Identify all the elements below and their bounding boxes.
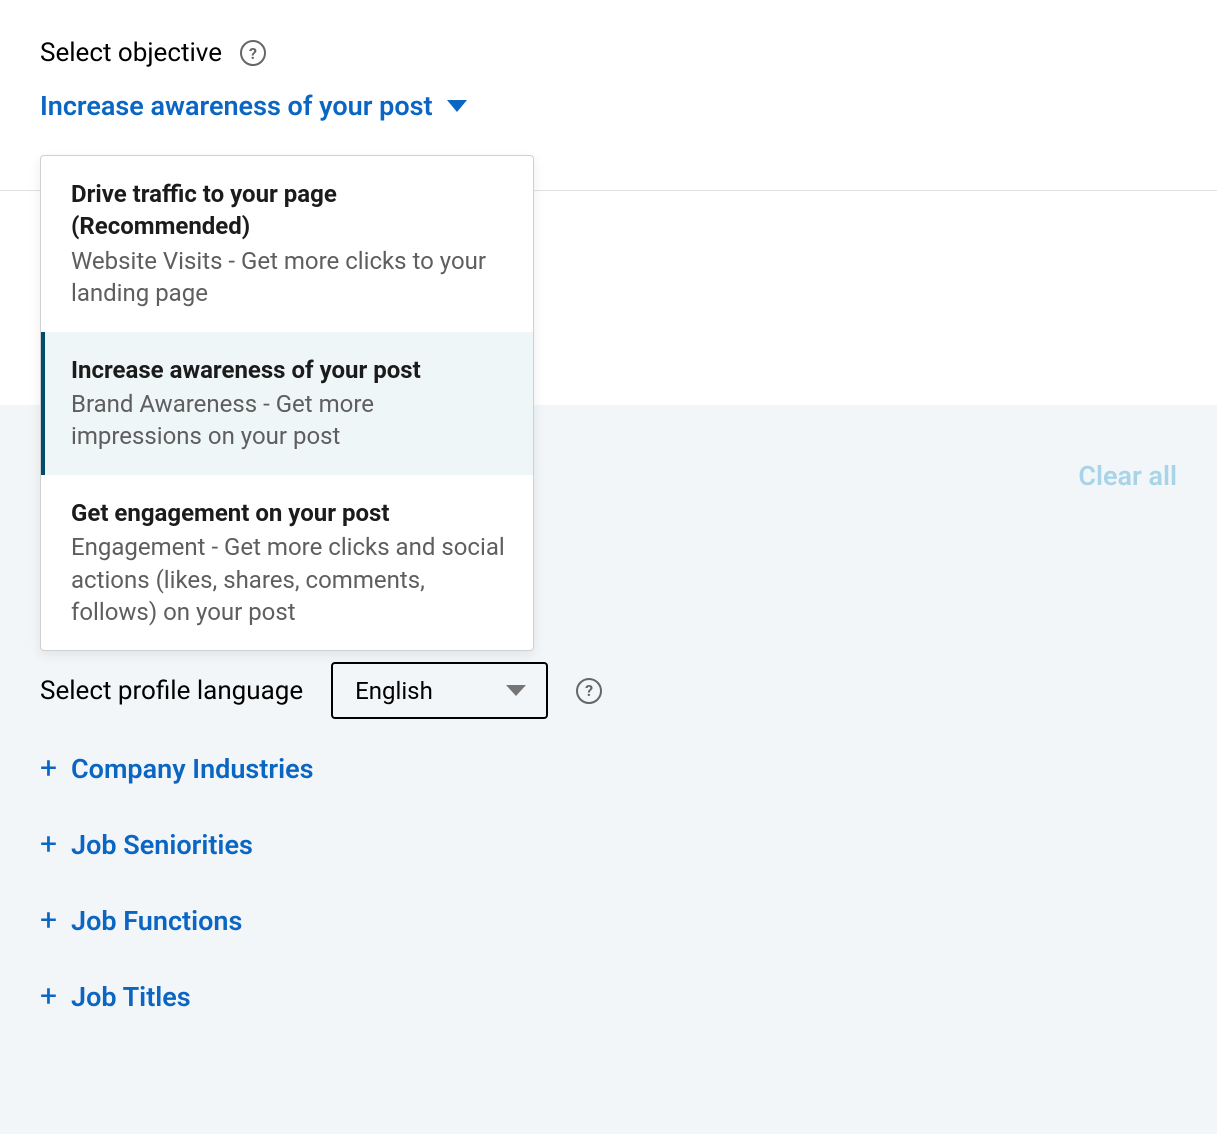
select-objective-label: Select objective ? <box>40 38 1177 68</box>
objective-option-increase-awareness[interactable]: Increase awareness of your post Brand Aw… <box>41 332 533 475</box>
option-description: Brand Awareness - Get more impressions o… <box>71 388 505 453</box>
objective-option-drive-traffic[interactable]: Drive traffic to your page (Recommended)… <box>41 156 533 332</box>
add-job-functions[interactable]: + Job Functions <box>40 905 1177 937</box>
caret-down-icon <box>506 685 526 696</box>
option-title: Drive traffic to your page (Recommended) <box>71 178 505 243</box>
plus-icon: + <box>40 754 57 784</box>
add-job-titles[interactable]: + Job Titles <box>40 981 1177 1013</box>
clear-all-button[interactable]: Clear all <box>1078 460 1177 492</box>
help-icon[interactable]: ? <box>576 678 602 704</box>
plus-icon: + <box>40 906 57 936</box>
objective-selected-text: Increase awareness of your post <box>40 90 433 122</box>
plus-icon: + <box>40 830 57 860</box>
filter-label: Job Seniorities <box>71 829 253 861</box>
add-company-industries[interactable]: + Company Industries <box>40 753 1177 785</box>
option-title: Increase awareness of your post <box>71 354 505 386</box>
filter-label: Job Titles <box>71 981 191 1013</box>
objective-dropdown-trigger[interactable]: Increase awareness of your post <box>40 90 1177 122</box>
objective-option-get-engagement[interactable]: Get engagement on your post Engagement -… <box>41 475 533 651</box>
objective-dropdown-menu: Drive traffic to your page (Recommended)… <box>40 155 534 651</box>
filter-list: + Company Industries + Job Seniorities +… <box>40 753 1177 1013</box>
filter-label: Job Functions <box>71 905 242 937</box>
language-selected-value: English <box>355 677 433 705</box>
caret-down-icon <box>447 100 467 112</box>
help-icon[interactable]: ? <box>240 40 266 66</box>
profile-language-label: Select profile language <box>40 676 303 706</box>
profile-language-row: Select profile language English ? <box>40 662 1177 719</box>
plus-icon: + <box>40 982 57 1012</box>
profile-language-select[interactable]: English <box>331 662 548 719</box>
option-description: Engagement - Get more clicks and social … <box>71 531 505 628</box>
filter-label: Company Industries <box>71 753 314 785</box>
option-description: Website Visits - Get more clicks to your… <box>71 245 505 310</box>
add-job-seniorities[interactable]: + Job Seniorities <box>40 829 1177 861</box>
objective-label-text: Select objective <box>40 38 222 68</box>
option-title: Get engagement on your post <box>71 497 505 529</box>
